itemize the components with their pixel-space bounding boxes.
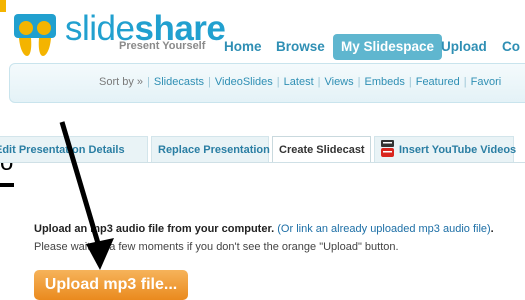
youtube-icon <box>381 140 394 157</box>
tab-edit-presentation-details[interactable]: Edit Presentation Details <box>0 136 148 162</box>
sort-separator: | <box>276 76 280 88</box>
tab-label: Replace Presentation <box>158 144 270 156</box>
sort-views[interactable]: Views <box>324 76 353 88</box>
sort-separator: | <box>208 76 211 88</box>
sort-row: Sort by » | Slidecasts | VideoSlides | Latest |… <box>99 76 501 88</box>
sort-latest[interactable]: Latest <box>284 76 314 88</box>
sort-separator: | <box>317 76 321 88</box>
nav-home[interactable]: Home <box>224 34 262 60</box>
instruction-line-2: Please wait for a few moments if you don… <box>34 241 399 253</box>
instruction-end: . <box>490 223 494 235</box>
sort-by-label: Sort by » <box>99 76 144 88</box>
tab-label: Edit Presentation Details <box>0 144 125 156</box>
instruction-main: Upload an mp3 audio file from your compu… <box>34 223 275 235</box>
cut-off-mark <box>0 183 14 187</box>
sort-bar: Sort by » | Slidecasts | VideoSlides | Latest |… <box>9 63 525 103</box>
sort-separator: | <box>408 76 412 88</box>
nav-my-slidespace[interactable]: My Slidespace <box>333 34 443 60</box>
sort-separator: | <box>147 76 150 88</box>
tagline: Present Yourself <box>119 40 206 52</box>
slideshare-logo[interactable]: slideshare Present Yourself <box>12 8 226 64</box>
sort-favorites[interactable]: Favori <box>471 76 502 88</box>
nav-community[interactable]: Co <box>502 34 520 60</box>
tab-insert-youtube-videos[interactable]: Insert YouTube Videos <box>374 136 517 162</box>
sort-slidecasts[interactable]: Slidecasts <box>154 76 204 88</box>
presentation-tabs: Edit Presentation Details Replace Presen… <box>0 136 525 163</box>
sort-separator: | <box>463 76 467 88</box>
slideshare-logo-icon <box>14 14 56 56</box>
instruction-line-1: Upload an mp3 audio file from your compu… <box>34 223 494 235</box>
corner-tab <box>0 0 6 12</box>
tab-create-slidecast[interactable]: Create Slidecast <box>272 136 371 163</box>
tab-divider <box>0 162 525 163</box>
sort-videoslides[interactable]: VideoSlides <box>215 76 273 88</box>
tab-label: Create Slidecast <box>279 144 365 156</box>
tab-label: Insert YouTube Videos <box>399 144 517 156</box>
upload-mp3-button[interactable]: Upload mp3 file... <box>34 270 188 300</box>
sort-separator: | <box>357 76 361 88</box>
sort-embeds[interactable]: Embeds <box>365 76 405 88</box>
nav-upload[interactable]: Upload <box>441 34 487 60</box>
tab-replace-presentation[interactable]: Replace Presentation <box>151 136 270 162</box>
sort-featured[interactable]: Featured <box>416 76 460 88</box>
link-uploaded-audio[interactable]: (Or link an already uploaded mp3 audio f… <box>277 223 490 235</box>
nav-browse[interactable]: Browse <box>276 34 325 60</box>
